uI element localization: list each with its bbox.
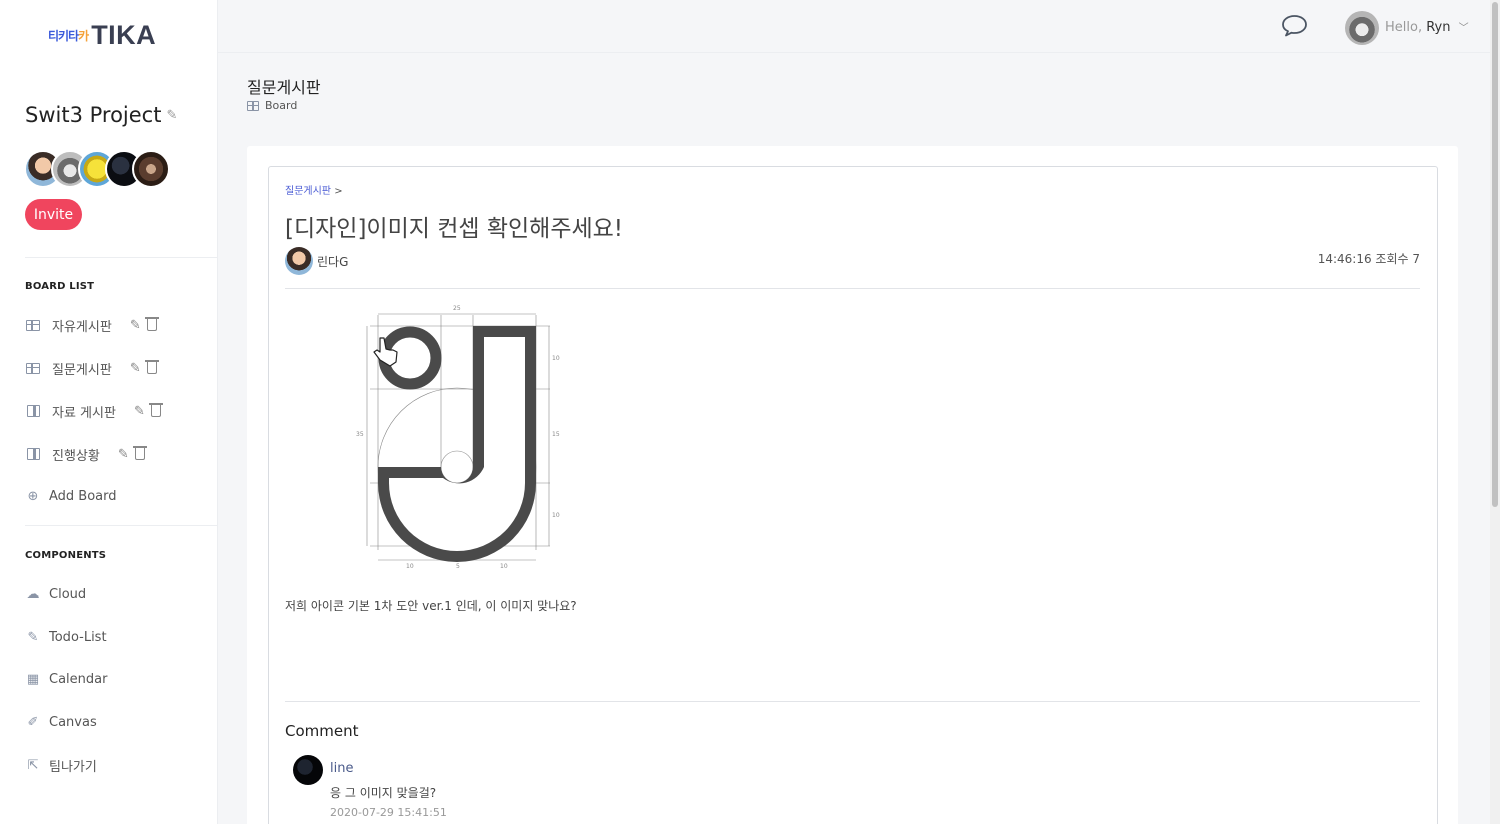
edit-icon: ✎ — [27, 629, 39, 645]
plus-circle-icon: ⊕ — [27, 488, 39, 504]
author-name: 린다G — [317, 254, 349, 269]
sidebar-item-board[interactable]: 진행상황 ✎ — [25, 444, 147, 464]
table-icon — [25, 362, 41, 374]
table-icon — [25, 319, 41, 331]
board-list-label: BOARD LIST — [25, 281, 95, 292]
board-label: 자료 게시판 — [52, 405, 116, 421]
divider — [25, 257, 217, 258]
component-label: 팀나가기 — [49, 759, 97, 775]
breadcrumb-link[interactable]: 질문게시판 — [285, 186, 331, 197]
sidebar-item-leave-team[interactable]: ⇱ 팀나가기 — [25, 755, 97, 775]
component-label: Todo-List — [49, 629, 107, 645]
member-avatars — [24, 150, 170, 188]
sidebar-item-cloud[interactable]: ☁ Cloud — [25, 584, 87, 604]
post-meta: 14:46:16 조회수 7 — [1317, 252, 1420, 266]
cloud-icon: ☁ — [26, 586, 40, 602]
trash-icon[interactable] — [148, 403, 163, 417]
board-actions: ✎ — [130, 360, 159, 376]
sidebar-item-board[interactable]: 자유게시판 ✎ — [25, 315, 159, 335]
calendar-icon: ▦ — [26, 671, 40, 687]
add-board-label: Add Board — [49, 488, 117, 504]
component-label: Canvas — [49, 714, 97, 730]
divider — [25, 525, 217, 526]
avatar[interactable] — [132, 150, 170, 188]
app-logo[interactable]: 티키타카 TIKA — [48, 18, 156, 52]
trash-icon[interactable] — [132, 446, 147, 460]
icon-design-image: 25 35 10 15 10 10 5 10 — [356, 305, 560, 570]
component-label: Calendar — [49, 671, 108, 687]
brush-icon: ✐ — [27, 714, 39, 730]
page-title: 질문게시판 — [247, 78, 321, 97]
table-icon — [247, 100, 259, 111]
logo-korean: 티키타카 — [48, 28, 89, 43]
user-name: Ryn — [1426, 20, 1451, 35]
figure-label-top: 25 — [453, 305, 461, 312]
sidebar-item-canvas[interactable]: ✐ Canvas — [25, 712, 97, 732]
figure-label-right: 10 — [552, 512, 560, 519]
logo-text: TIKA — [91, 19, 157, 50]
pencil-icon[interactable]: ✎ — [166, 108, 177, 123]
components-label: COMPONENTS — [25, 550, 107, 561]
figure-label-left: 35 — [356, 431, 364, 438]
sidebar-item-board[interactable]: 질문게시판 ✎ — [25, 358, 159, 378]
comment-date: 2020-07-29 15:41:51 — [330, 806, 447, 819]
project-title: Swit3 Project ✎ — [25, 103, 177, 127]
exit-icon: ⇱ — [27, 757, 39, 773]
figure-label-bottom: 10 — [406, 563, 414, 570]
greeting-text: Hello, — [1385, 20, 1423, 35]
comment-author[interactable]: line — [330, 761, 353, 776]
top-header: Hello, Ryn ﹀ — [218, 0, 1490, 53]
chat-icon[interactable] — [1281, 14, 1308, 37]
post-body: 저희 아이콘 기본 1차 도안 ver.1 인데, 이 이미지 맞나요? — [285, 599, 577, 613]
project-title-text: Swit3 Project — [25, 103, 162, 127]
divider — [285, 701, 1420, 702]
pencil-icon[interactable]: ✎ — [130, 361, 141, 376]
scrollbar-thumb[interactable] — [1492, 2, 1498, 507]
page-subtitle-text: Board — [265, 99, 298, 112]
comment-heading: Comment — [285, 722, 359, 740]
board-actions: ✎ — [118, 446, 147, 462]
breadcrumb-separator: > — [334, 186, 343, 197]
avatar[interactable] — [285, 247, 313, 275]
board-label: 진행상황 — [52, 448, 100, 464]
book-icon — [25, 448, 41, 460]
component-label: Cloud — [49, 586, 87, 602]
sidebar-item-board[interactable]: 자료 게시판 ✎ — [25, 401, 163, 421]
board-label: 자유게시판 — [52, 319, 112, 335]
breadcrumb[interactable]: 질문게시판 > — [285, 182, 343, 197]
pencil-icon[interactable]: ✎ — [134, 404, 145, 419]
figure-label-bottom: 10 — [500, 563, 508, 570]
book-icon — [25, 405, 41, 417]
figure-label-bottom: 5 — [456, 563, 460, 570]
board-label: 질문게시판 — [52, 362, 112, 378]
board-actions: ✎ — [134, 403, 163, 419]
trash-icon[interactable] — [144, 317, 159, 331]
figure-label-right: 15 — [552, 431, 560, 438]
avatar[interactable] — [293, 755, 323, 785]
add-board-button[interactable]: ⊕ Add Board — [25, 486, 117, 506]
sidebar: 티키타카 TIKA Swit3 Project ✎ Invite BOARD L… — [0, 0, 218, 824]
post-title: [디자인]이미지 컨셉 확인해주세요! — [285, 216, 624, 242]
divider — [285, 288, 1420, 289]
pencil-icon[interactable]: ✎ — [130, 318, 141, 333]
invite-button[interactable]: Invite — [25, 199, 82, 230]
figure-label-right: 10 — [552, 355, 560, 362]
chevron-down-icon: ﹀ — [1458, 23, 1469, 34]
user-avatar[interactable] — [1345, 11, 1379, 45]
board-actions: ✎ — [130, 317, 159, 333]
trash-icon[interactable] — [144, 360, 159, 374]
page-subtitle: Board — [247, 99, 297, 112]
comment-text: 응 그 이미지 맞을걸? — [330, 786, 437, 800]
post-author: 린다G — [285, 247, 348, 275]
pencil-icon[interactable]: ✎ — [118, 447, 129, 462]
sidebar-item-todo[interactable]: ✎ Todo-List — [25, 627, 107, 647]
sidebar-item-calendar[interactable]: ▦ Calendar — [25, 669, 108, 689]
scrollbar[interactable] — [1490, 0, 1500, 824]
user-menu[interactable]: Hello, Ryn ﹀ — [1385, 19, 1469, 35]
